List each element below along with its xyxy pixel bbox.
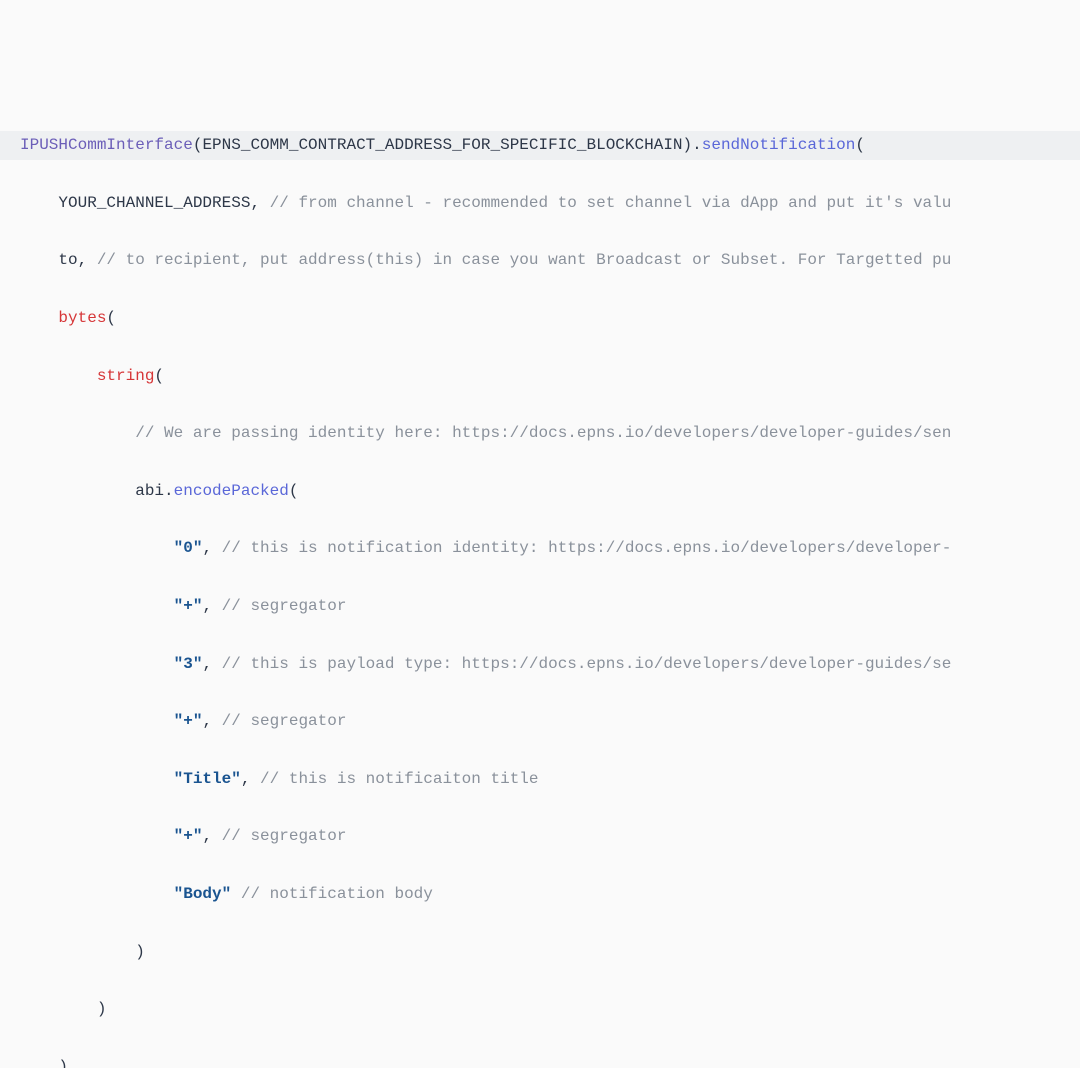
string-zero: "0" <box>174 539 203 557</box>
comment-from-channel: // from channel - recommended to set cha… <box>270 194 952 212</box>
string-three: "3" <box>174 655 203 673</box>
dot: . <box>164 482 174 500</box>
code-line-2: YOUR_CHANNEL_ADDRESS, // from channel - … <box>20 189 1060 218</box>
paren-close: ) <box>135 943 145 961</box>
paren-open: ( <box>154 367 164 385</box>
code-line-15: ) <box>20 938 1060 967</box>
code-line-8: "0", // this is notification identity: h… <box>20 534 1060 563</box>
code-line-14: "Body" // notification body <box>20 880 1060 909</box>
paren-open: ( <box>106 309 116 327</box>
comment-notification-identity: // this is notification identity: https:… <box>222 539 952 557</box>
code-line-11: "+", // segregator <box>20 707 1060 736</box>
comma: , <box>202 712 221 730</box>
code-line-6: // We are passing identity here: https:/… <box>20 419 1060 448</box>
comma: , <box>78 251 97 269</box>
paren-close: ) <box>683 136 693 154</box>
string-title: "Title" <box>174 770 241 788</box>
comma: , <box>202 827 221 845</box>
comma: , <box>202 655 221 673</box>
string-plus: "+" <box>174 712 203 730</box>
to-ident: to <box>58 251 77 269</box>
abi-ident: abi <box>135 482 164 500</box>
code-line-7: abi.encodePacked( <box>20 477 1060 506</box>
interface-name: IPUSHCommInterface <box>20 136 193 154</box>
comma: , <box>202 597 221 615</box>
keyword-bytes: bytes <box>58 309 106 327</box>
string-plus: "+" <box>174 827 203 845</box>
paren-open: ( <box>289 482 299 500</box>
comment-segregator: // segregator <box>222 597 347 615</box>
keyword-string: string <box>97 367 155 385</box>
string-plus: "+" <box>174 597 203 615</box>
comment-title: // this is notificaiton title <box>260 770 538 788</box>
comment-segregator: // segregator <box>222 827 347 845</box>
paren-close: ) <box>58 1058 68 1068</box>
comment-segregator: // segregator <box>222 712 347 730</box>
comment-to-recipient: // to recipient, put address(this) in ca… <box>97 251 952 269</box>
code-line-16: ) <box>20 995 1060 1024</box>
comma: , <box>250 194 269 212</box>
string-body: "Body" <box>174 885 232 903</box>
code-line-10: "3", // this is payload type: https://do… <box>20 650 1060 679</box>
dot: . <box>692 136 702 154</box>
method-send-notification: sendNotification <box>702 136 856 154</box>
contract-address-ident: EPNS_COMM_CONTRACT_ADDRESS_FOR_SPECIFIC_… <box>202 136 682 154</box>
comma: , <box>202 539 221 557</box>
code-line-5: string( <box>20 362 1060 391</box>
comment-payload-type: // this is payload type: https://docs.ep… <box>222 655 952 673</box>
code-line-3: to, // to recipient, put address(this) i… <box>20 246 1060 275</box>
code-line-12: "Title", // this is notificaiton title <box>20 765 1060 794</box>
method-encode-packed: encodePacked <box>174 482 289 500</box>
paren-open: ( <box>855 136 865 154</box>
code-line-1: IPUSHCommInterface(EPNS_COMM_CONTRACT_AD… <box>0 131 1080 160</box>
paren-close: ) <box>97 1000 107 1018</box>
code-line-13: "+", // segregator <box>20 822 1060 851</box>
code-line-4: bytes( <box>20 304 1060 333</box>
code-line-17: ) <box>20 1053 1060 1068</box>
comment-identity: // We are passing identity here: https:/… <box>135 424 951 442</box>
comma: , <box>241 770 260 788</box>
code-line-9: "+", // segregator <box>20 592 1060 621</box>
space <box>231 885 241 903</box>
comment-body: // notification body <box>241 885 433 903</box>
channel-address-ident: YOUR_CHANNEL_ADDRESS <box>58 194 250 212</box>
paren-open: ( <box>193 136 203 154</box>
